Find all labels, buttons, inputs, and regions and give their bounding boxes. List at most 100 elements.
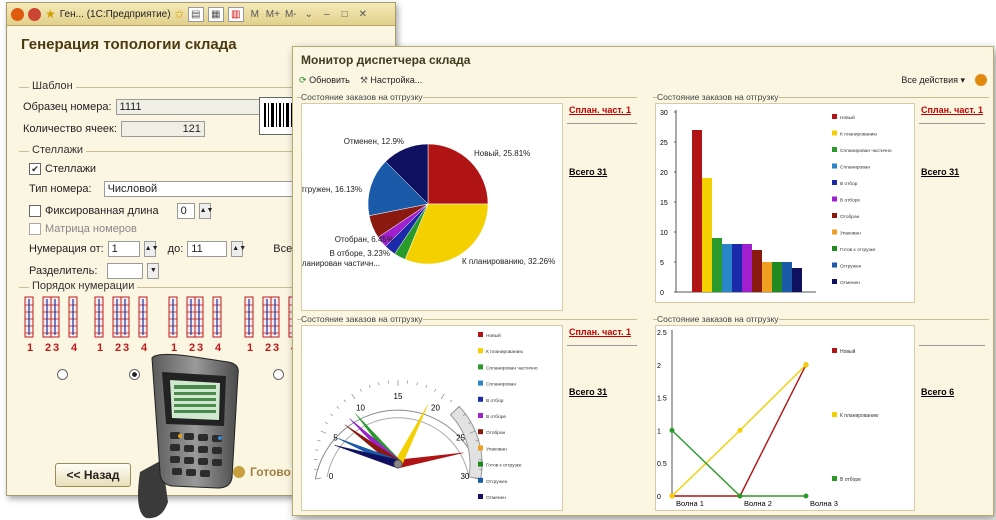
grid-icon[interactable]: ▦ xyxy=(207,6,224,22)
pie-slice-label: В отборе, 3.23% xyxy=(329,249,390,258)
app-logo-icon xyxy=(11,7,24,21)
bar xyxy=(792,268,802,292)
pie-total-link[interactable]: Всего 31 xyxy=(569,167,607,177)
gauge-tick-label: 5 xyxy=(333,433,338,442)
separator-dropdown-icon[interactable]: ▼ xyxy=(147,263,160,279)
gauge-legend-label: Отгружен xyxy=(486,479,508,485)
gauge-needle xyxy=(397,452,464,469)
racks-checkbox-row[interactable]: ✔ Стеллажи xyxy=(29,163,96,175)
bar-sched-link[interactable]: Сплан. част. 1 xyxy=(921,105,983,115)
line-legend-swatch xyxy=(832,412,837,417)
gauge-legend-swatch xyxy=(478,461,483,467)
m-minus-icon[interactable]: M- xyxy=(284,8,298,21)
bar-legend-label: Упакован xyxy=(840,231,861,237)
order-column-label: 2 xyxy=(115,342,121,354)
num-to-spin[interactable]: ▲▼ xyxy=(231,241,246,257)
order-column-label: 3 xyxy=(123,342,129,354)
order-radio-1[interactable] xyxy=(57,369,68,380)
m-icon[interactable]: M xyxy=(248,8,262,21)
bar-legend-label: Готов к отгрузке xyxy=(840,247,876,253)
order-pattern-2[interactable]: 1234 xyxy=(93,295,153,357)
bar-legend-label: В отборе xyxy=(840,198,860,204)
num-from-spin[interactable]: ▲▼ xyxy=(143,241,159,257)
line-total-link[interactable]: Всего 6 xyxy=(921,387,954,397)
bar-y-tick-label: 5 xyxy=(660,260,664,267)
gauge-total-link[interactable]: Всего 31 xyxy=(569,387,607,397)
help-icon[interactable] xyxy=(975,74,987,86)
bar-total-link[interactable]: Всего 31 xyxy=(921,167,959,177)
cells-field[interactable]: 121 xyxy=(120,121,205,137)
order-column-label: 1 xyxy=(97,342,103,354)
gauge-legend-swatch xyxy=(478,396,483,402)
gauge-tick xyxy=(336,406,340,409)
settings-button[interactable]: ⚒ Настройка... xyxy=(360,75,422,86)
gauge-tick-label: 25 xyxy=(456,433,465,442)
fixed-length-spin[interactable]: ▲▼ xyxy=(198,203,213,219)
maximize-icon[interactable]: □ xyxy=(338,8,352,21)
num-from-field[interactable]: 1 xyxy=(107,241,140,257)
pie-slice-label: Отобран, 6.45% xyxy=(335,235,394,244)
order-column-label: 3 xyxy=(273,342,279,354)
fixed-length-checkbox[interactable] xyxy=(29,205,41,217)
refresh-label: Обновить xyxy=(309,74,350,85)
gauge-needle xyxy=(394,404,428,467)
minimize-icon[interactable]: – xyxy=(320,8,334,21)
win2-title: Монитор диспетчера склада xyxy=(301,53,471,67)
line-point xyxy=(669,493,675,499)
sample-field[interactable]: 1111 xyxy=(115,99,262,115)
order-pattern-3[interactable]: 1234 xyxy=(167,295,227,357)
line-point xyxy=(669,427,675,433)
bar xyxy=(712,238,722,292)
barcode-scanner-device-image xyxy=(138,353,239,519)
dropdown-icon[interactable]: ⌄ xyxy=(302,8,316,21)
bar xyxy=(722,244,732,292)
order-pattern-1[interactable]: 1234 xyxy=(23,295,83,357)
gauge-tick xyxy=(324,421,328,424)
gauge-sched-link[interactable]: Сплан. част. 1 xyxy=(569,327,631,337)
gauge-legend-swatch xyxy=(478,429,483,435)
line-point xyxy=(803,493,809,499)
star-add-icon[interactable]: ✩ xyxy=(175,8,184,21)
favorite-icon[interactable]: ★ xyxy=(45,7,56,21)
separator-select[interactable] xyxy=(107,263,144,279)
gauge-tick xyxy=(343,399,347,403)
gauge-legend-swatch xyxy=(478,348,483,354)
pie-sched-link[interactable]: Сплан. част. 1 xyxy=(569,105,631,115)
win1-titlebar-text: Ген... (1С:Предприятие) xyxy=(59,8,171,20)
line-y-tick-label: 2.5 xyxy=(657,330,667,337)
racks-checkbox[interactable]: ✔ xyxy=(29,163,41,175)
m-plus-icon[interactable]: M+ xyxy=(266,8,280,21)
matrix-checkbox[interactable] xyxy=(29,223,41,235)
fixed-length-field[interactable]: 0 xyxy=(176,203,195,219)
num-to-field[interactable]: 11 xyxy=(187,241,228,257)
bar-legend-label: Спланирован xyxy=(840,165,870,171)
back-button[interactable]: << Назад xyxy=(55,463,131,487)
type-select[interactable]: Числовой xyxy=(103,181,308,197)
refresh-button[interactable]: ⟳ Обновить xyxy=(299,75,350,86)
gauge-tick-label: 15 xyxy=(394,392,403,401)
line-point xyxy=(803,362,809,368)
line-x-tick-label: Волна 1 xyxy=(676,499,704,508)
pie-slice-label: Отменен, 12.9% xyxy=(344,137,404,146)
gauge-legend-label: В отбор xyxy=(486,398,504,404)
bar-y-tick-label: 20 xyxy=(660,170,668,177)
gauge-legend-label: Упакован xyxy=(486,446,507,452)
bar-y-tick-label: 0 xyxy=(660,290,664,297)
bar-legend-swatch xyxy=(832,246,837,251)
menu-icon[interactable] xyxy=(28,7,41,21)
matrix-row: Матрица номеров xyxy=(29,223,137,235)
gauge-panel-title: Состояние заказов на отгрузку xyxy=(301,314,423,324)
close-icon[interactable]: ✕ xyxy=(356,8,370,21)
doc-icon[interactable]: ▤ xyxy=(187,6,204,22)
bar xyxy=(772,262,782,292)
all-actions-menu[interactable]: Все действия ▾ xyxy=(901,75,965,86)
num-from-label: Нумерация от: xyxy=(29,243,104,255)
gauge-divider xyxy=(567,345,637,346)
order-column-label: 4 xyxy=(71,342,78,354)
order-radio-4[interactable] xyxy=(273,369,284,380)
gauge-legend-swatch xyxy=(478,413,483,418)
bar-legend-swatch xyxy=(832,262,837,268)
cells-label: Количество ячеек: xyxy=(23,123,117,135)
line-y-tick-label: 1 xyxy=(657,428,661,435)
calendar-icon[interactable]: ▥ xyxy=(227,6,244,22)
